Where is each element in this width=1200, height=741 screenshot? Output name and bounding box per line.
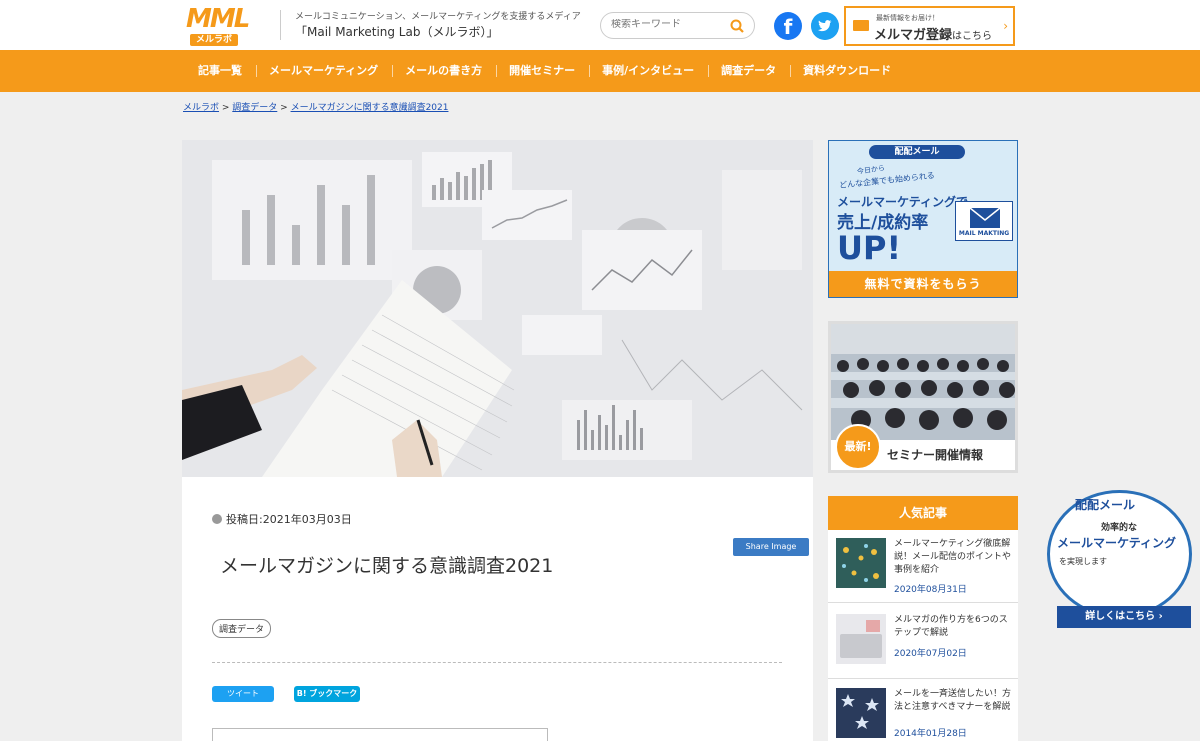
list-item[interactable]: メルマガの作り方を6つのステップで解説 2020年07月02日 (828, 606, 1018, 679)
facebook-icon[interactable]: f (774, 12, 802, 40)
article-thumbnail (836, 538, 886, 588)
popular-date: 2014年01月28日 (894, 729, 967, 739)
tweet-button[interactable]: ツイート (212, 686, 274, 702)
newsletter-suffix: はこちら (952, 31, 993, 42)
nav-item-research[interactable]: 調査データ (709, 65, 792, 77)
ad-line5: UP! (837, 229, 902, 267)
new-badge: 最新! (835, 424, 881, 470)
hatena-bookmark-button[interactable]: B! ブックマーク (294, 686, 360, 702)
popular-title: メルマガの作り方を6つのステップで解説 (894, 615, 1008, 638)
article-body: 投稿日:2021年03月03日 Share Image メールマガジンに関する意… (182, 477, 813, 741)
breadcrumb: メルラボ > 調査データ > メールマガジンに関する意識調査2021 (183, 100, 448, 113)
category-tag[interactable]: 調査データ (212, 619, 272, 638)
nav-item-cases[interactable]: 事例/インタビュー (590, 65, 710, 77)
envelope-label: MAIL MAKTING (958, 230, 1010, 237)
nav-item-writing[interactable]: メールの書き方 (393, 65, 498, 77)
post-date: 投稿日:2021年03月03日 (212, 511, 352, 527)
divider (212, 662, 782, 663)
site-header: MML メルラボ メールコミュニケーション、メールマーケティングを支援するメディ… (0, 0, 1200, 50)
search-input[interactable] (611, 19, 721, 30)
floating-ad-line2: メールマーケティング (1057, 536, 1177, 550)
search-box (600, 12, 755, 39)
mail-icon (853, 20, 869, 31)
main-nav: 記事一覧 メールマーケティング メールの書き方 開催セミナー 事例/インタビュー… (0, 50, 1200, 92)
breadcrumb-sep: > (277, 103, 291, 113)
floating-ad-brand: 配配メール (1075, 498, 1136, 512)
table-of-contents (212, 728, 548, 741)
breadcrumb-home[interactable]: メルラボ (183, 103, 219, 113)
haihai-mail-banner[interactable]: 配配メール 今日から どんな企業でも始められる メールマーケティングで 売上/成… (828, 140, 1018, 298)
tagline-line2: 「Mail Marketing Lab（メルラボ）」 (295, 25, 499, 39)
popular-articles: 人気記事 メールマーケティング徹底解説！メール配信のポイントや事例を紹介 202… (828, 496, 1018, 741)
newsletter-small-text: 最新情報をお届け！ (876, 14, 939, 22)
audience-illustration (831, 324, 1015, 440)
popular-date: 2020年07月02日 (894, 649, 967, 659)
site-tagline: メールコミュニケーション、メールマーケティングを支援するメディア 「Mail M… (280, 10, 581, 40)
clock-icon (212, 514, 222, 524)
article-thumbnail (836, 688, 886, 738)
popular-title: メールマーケティング徹底解説！メール配信のポイントや事例を紹介 (894, 539, 1012, 575)
nav-item-seminars[interactable]: 開催セミナー (497, 65, 591, 77)
breadcrumb-current[interactable]: メールマガジンに関する意識調査2021 (291, 103, 449, 113)
popular-heading: 人気記事 (828, 496, 1018, 530)
popular-title: メールを一斉送信したい！方法と注意すべきマナーを解説 (894, 689, 1012, 712)
nav-item-articles[interactable]: 記事一覧 (186, 65, 257, 77)
list-item[interactable]: メールマーケティング徹底解説！メール配信のポイントや事例を紹介 2020年08月… (828, 530, 1018, 603)
breadcrumb-category[interactable]: 調査データ (232, 103, 277, 113)
twitter-icon[interactable] (811, 12, 839, 40)
site-logo[interactable]: MML メルラボ (186, 6, 260, 46)
article-thumbnail (836, 614, 886, 664)
newsletter-main-label: メルマガ登録 (874, 28, 953, 43)
newsletter-signup-button[interactable]: 最新情報をお届け！ メルマガ登録はこちら › (844, 6, 1015, 46)
hero-image (182, 140, 813, 477)
logo-sub: メルラボ (190, 34, 239, 46)
envelope-icon: MAIL MAKTING (955, 201, 1013, 241)
seminar-label: セミナー開催情報 (887, 448, 984, 462)
logo-mark: MML (186, 4, 250, 34)
nav-item-email-marketing[interactable]: メールマーケティング (257, 65, 394, 77)
floating-ad-cta[interactable]: 詳しくはこちら › (1057, 606, 1191, 628)
post-date-text: 投稿日:2021年03月03日 (226, 513, 352, 526)
free-download-cta[interactable]: 無料で資料をもらう (829, 271, 1017, 297)
list-item[interactable]: メールを一斉送信したい！方法と注意すべきマナーを解説 2014年01月28日 (828, 680, 1018, 741)
tagline-line1: メールコミュニケーション、メールマーケティングを支援するメディア (295, 12, 581, 22)
seminar-photo (831, 324, 1015, 440)
floating-ad-line1: 効率的な (1101, 523, 1138, 533)
newsletter-main-text: メルマガ登録はこちら (874, 24, 992, 43)
chevron-right-icon: › (1003, 19, 1008, 33)
ad-line2: どんな企業でも始められる (838, 171, 936, 190)
breadcrumb-sep: > (219, 103, 233, 113)
envelope-graphic (969, 207, 1001, 228)
floating-ad[interactable]: 配配メール 効率的な メールマーケティング を実現します 詳しくはこちら › (1047, 490, 1192, 628)
search-icon[interactable] (730, 19, 744, 33)
seminar-banner[interactable]: 最新! セミナー開催情報 (828, 321, 1018, 473)
share-image-button[interactable]: Share Image (733, 538, 809, 556)
page-title: メールマガジンに関する意識調査2021 (220, 555, 554, 577)
hero-illustration (182, 140, 813, 477)
popular-date: 2020年08月31日 (894, 585, 967, 595)
floating-ad-line3: を実現します (1059, 557, 1107, 566)
nav-item-downloads[interactable]: 資料ダウンロード (791, 65, 905, 77)
ad-brand: 配配メール (869, 145, 965, 159)
